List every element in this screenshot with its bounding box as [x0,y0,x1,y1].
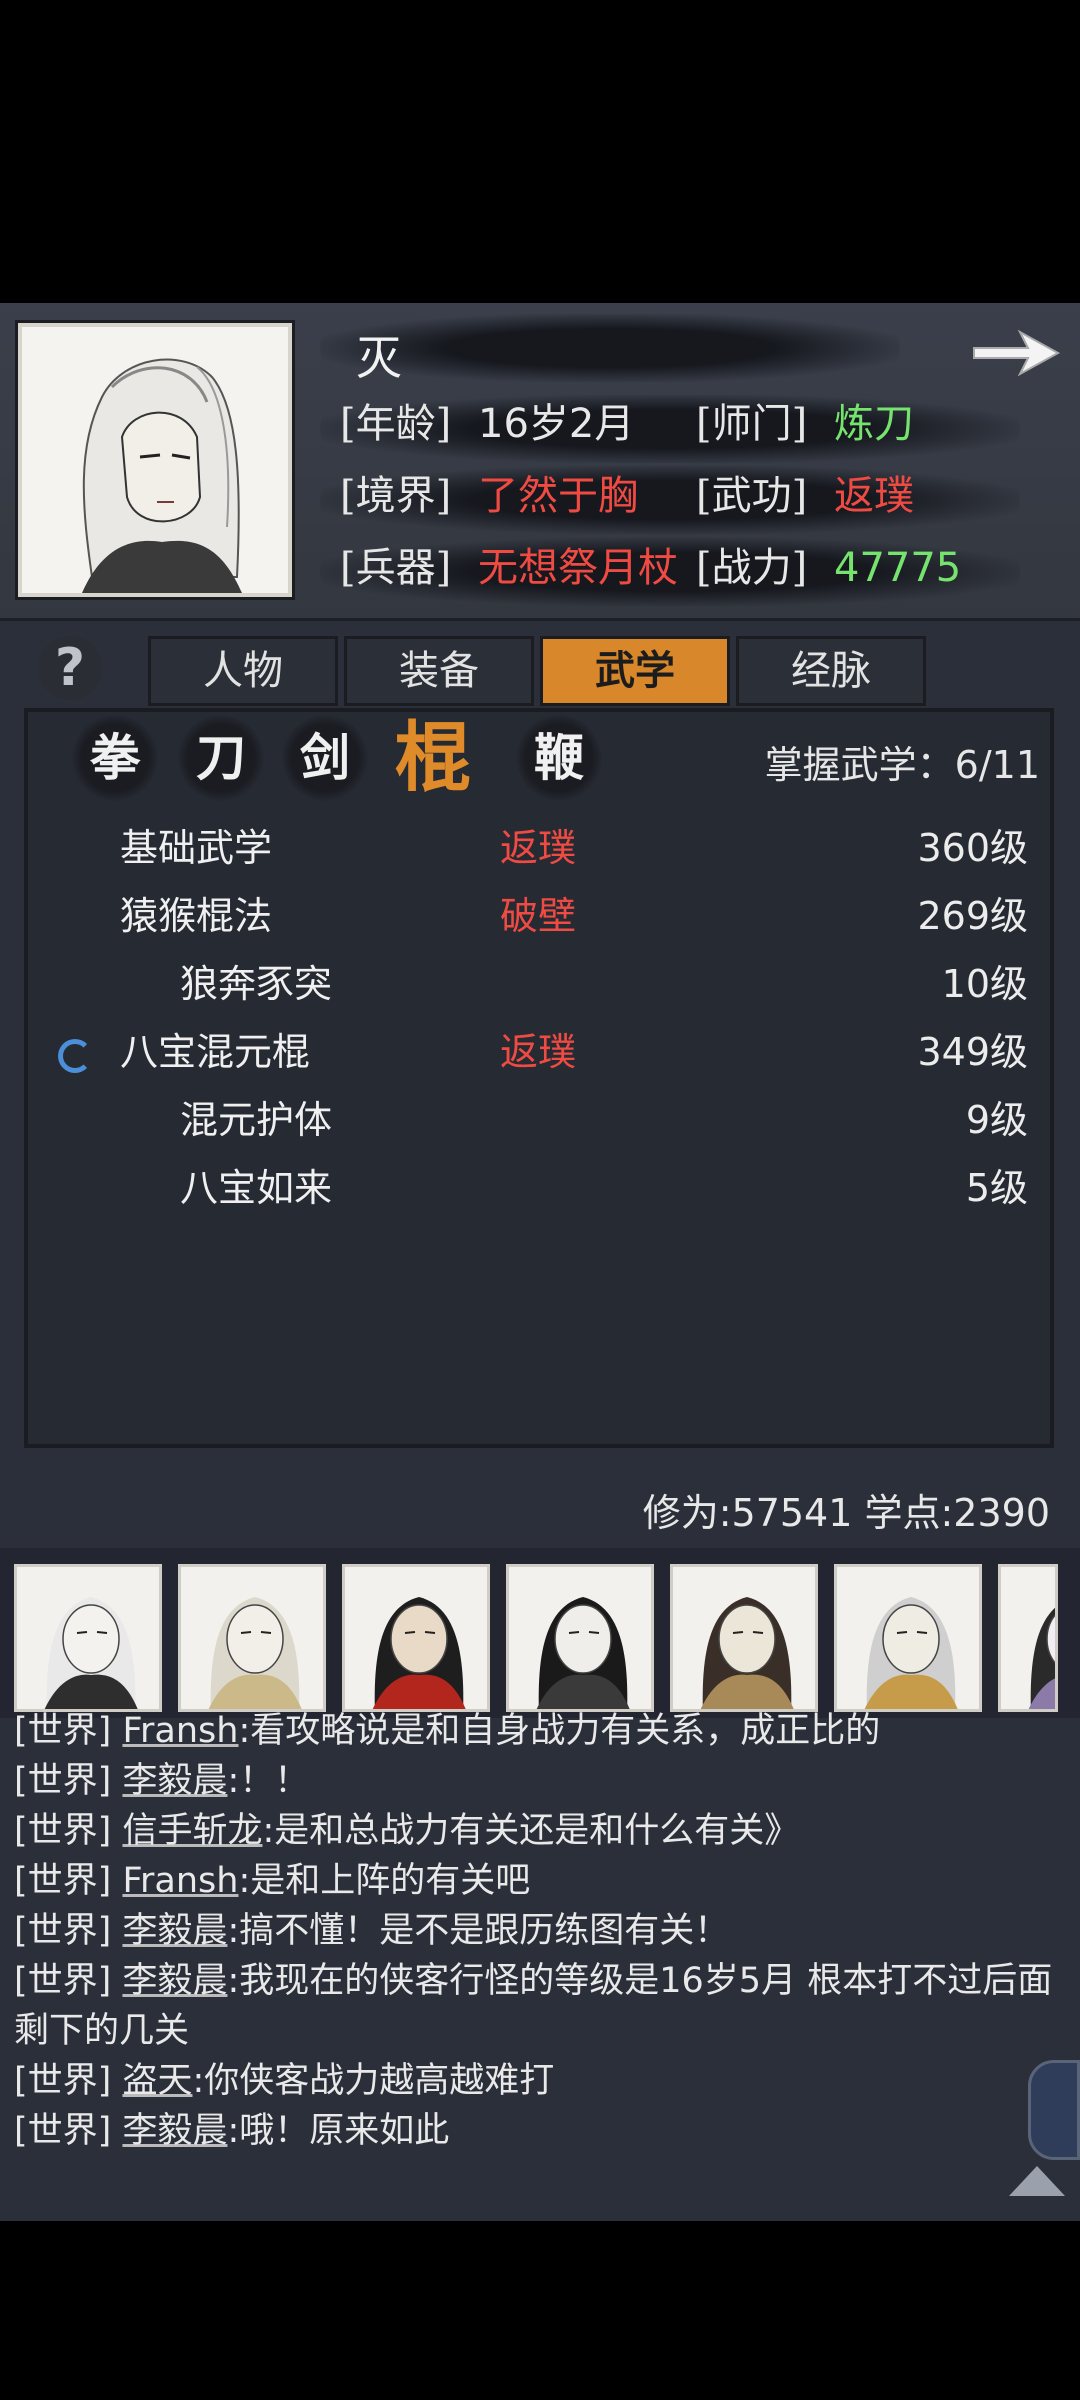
hero-portrait[interactable] [998,1564,1058,1712]
weapon-tab-0[interactable]: 拳 [72,715,158,801]
stat-value: 16岁2月 [478,401,635,447]
tab-0[interactable]: 人物 [148,636,338,706]
stat-label: [兵器] [340,545,452,591]
hero-portrait[interactable] [14,1564,162,1712]
stat-label: [师门] [696,401,808,447]
chat-sender[interactable]: 李毅晨 [122,1761,227,1801]
weapon-tab-1[interactable]: 刀 [178,715,264,801]
martial-name: 八宝混元棍 [120,1030,311,1074]
martial-level: 360级 [917,826,1028,870]
chat-sender[interactable]: 李毅晨 [122,1961,227,2001]
stat-label: [武功] [696,473,808,519]
hero-portrait[interactable] [834,1564,982,1712]
hero-portrait[interactable] [506,1564,654,1712]
chat-text: :！！ [227,1761,310,1801]
martial-row[interactable]: 混元护体 9级 [28,1087,1028,1153]
help-icon[interactable]: ? [38,636,102,700]
chat-sender[interactable]: 李毅晨 [122,1911,227,1951]
world-chat: [世界] Fransh:看攻略说是和自身战力有关系，成正比的 [世界] 李毅晨:！… [14,1706,1054,2156]
expand-up-icon[interactable] [1005,2162,1069,2198]
martial-row[interactable]: 狼奔豕突 10级 [28,951,1028,1017]
hero-portrait[interactable] [670,1564,818,1712]
character-name: 灭 [356,331,402,385]
chat-channel: [世界] [14,2061,112,2101]
martial-name: 基础武学 [120,826,273,870]
chat-sender[interactable]: 信手斩龙 [122,1811,262,1851]
chat-sender[interactable]: Fransh [122,1711,238,1751]
chat-message: [世界] 李毅晨:我现在的侠客行怪的等级是16岁5月 根本打不过后面剩下的几关 [14,1956,1054,2056]
stat-value: 炼刀 [834,401,914,447]
martial-row[interactable]: 八宝如来 5级 [28,1155,1028,1221]
chat-channel: [世界] [14,1861,112,1901]
chat-sender[interactable]: Fransh [122,1861,238,1901]
character-portrait[interactable] [18,323,292,597]
weapon-tab-2[interactable]: 剑 [282,715,368,801]
martial-level: 349级 [917,1030,1028,1074]
portrait-image [22,327,288,593]
stat-value: 无想祭月杖 [478,545,678,591]
chat-text: :是和上阵的有关吧 [238,1861,531,1901]
martial-rank: 破壁 [500,894,577,938]
chat-message: [世界] Fransh:是和上阵的有关吧 [14,1856,1054,1906]
martial-rank: 返璞 [500,826,577,870]
martial-name: 混元护体 [180,1098,333,1142]
chat-channel: [世界] [14,2111,112,2151]
chat-sender[interactable]: 盗天 [122,2061,192,2101]
chat-channel: [世界] [14,1911,112,1951]
martial-row[interactable]: 基础武学 返璞 360级 [28,815,1028,881]
chat-message: [世界] 李毅晨:搞不懂！是不是跟历练图有关！ [14,1906,1054,1956]
menu-badge-icon[interactable] [1028,2060,1080,2160]
chat-message: [世界] 李毅晨:哦！原来如此 [14,2106,1054,2156]
mastery-count: 掌握武学：6/11 [764,743,1040,787]
cultivation-points: 修为:57541 学点:2390 [642,1491,1050,1535]
tab-1[interactable]: 装备 [344,636,534,706]
tab-3[interactable]: 经脉 [736,636,926,706]
martial-level: 269级 [917,894,1028,938]
tab-2[interactable]: 武学 [540,636,730,706]
martial-name: 八宝如来 [180,1166,333,1210]
stat-label: [境界] [340,473,452,519]
martial-rank: 返璞 [500,1030,577,1074]
chat-message: [世界] 李毅晨:！！ [14,1756,1054,1806]
loading-spinner-icon [58,1039,92,1073]
stat-value: 返璞 [834,473,914,519]
stat-label: [战力] [696,545,808,591]
chat-text: :是和总战力有关还是和什么有关》 [262,1811,800,1851]
name-brush [320,314,900,382]
next-arrow-icon[interactable] [968,318,1064,388]
chat-text: :哦！原来如此 [227,2111,450,2151]
chat-message: [世界] 信手斩龙:是和总战力有关还是和什么有关》 [14,1806,1054,1856]
martial-name: 狼奔豕突 [180,962,333,1006]
hero-portrait[interactable] [178,1564,326,1712]
martial-row[interactable]: 八宝混元棍 返璞 349级 [28,1019,1028,1085]
hero-strip [0,1548,1080,1718]
stat-value: 了然于胸 [478,473,638,519]
chat-channel: [世界] [14,1711,112,1751]
chat-sender[interactable]: 李毅晨 [122,2111,227,2151]
chat-channel: [世界] [14,1961,112,2001]
chat-text: :你侠客战力越高越难打 [192,2061,555,2101]
weapon-tab-3[interactable]: 棍 [390,715,476,801]
martial-name: 猿猴棍法 [120,894,273,938]
chat-message: [世界] 盗天:你侠客战力越高越难打 [14,2056,1054,2106]
chat-message: [世界] Fransh:看攻略说是和自身战力有关系，成正比的 [14,1706,1054,1756]
chat-text: :搞不懂！是不是跟历练图有关！ [227,1911,730,1951]
martial-level: 5级 [965,1166,1028,1210]
chat-channel: [世界] [14,1761,112,1801]
chat-channel: [世界] [14,1811,112,1851]
hero-portrait[interactable] [342,1564,490,1712]
weapon-tab-4[interactable]: 鞭 [516,715,602,801]
stat-label: [年龄] [340,401,452,447]
stat-value: 47775 [834,545,962,591]
martial-row[interactable]: 猿猴棍法 破壁 269级 [28,883,1028,949]
martial-level: 10级 [941,962,1028,1006]
martial-level: 9级 [965,1098,1028,1142]
chat-text: :看攻略说是和自身战力有关系，成正比的 [238,1711,881,1751]
